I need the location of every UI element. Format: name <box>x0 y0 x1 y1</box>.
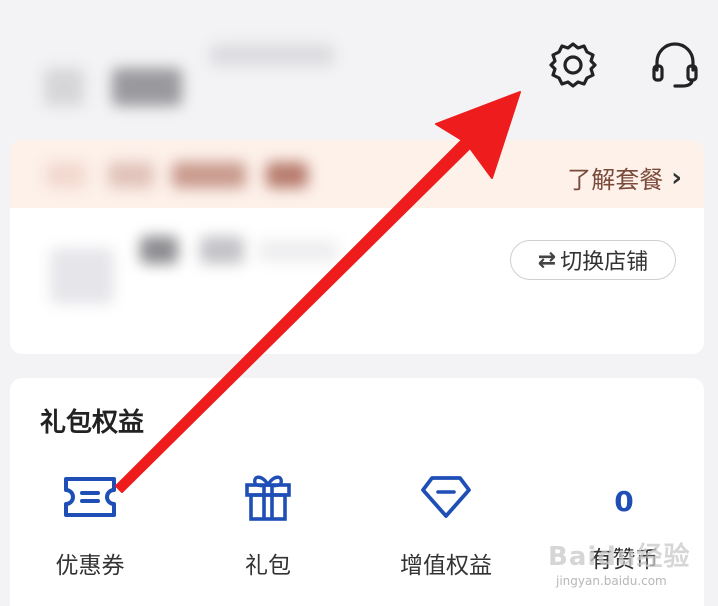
blurred-store-name <box>200 236 244 264</box>
switch-store-label: 切换店铺 <box>560 250 649 275</box>
coin-balance: 0 <box>614 485 634 518</box>
switch-store-button[interactable]: ⇄ 切换店铺 <box>510 240 676 280</box>
baidu-watermark-url: jingyan.baidu.com <box>556 574 667 588</box>
blurred-package-info <box>46 162 86 188</box>
blurred-account-name <box>112 68 182 106</box>
benefit-label: 优惠券 <box>55 553 125 579</box>
benefit-label: 增值权益 <box>400 553 492 579</box>
blurred-store-logo <box>50 248 114 304</box>
blurred-store-name <box>140 236 178 264</box>
blurred-package-info <box>108 162 154 188</box>
blurred-store-name <box>258 240 338 262</box>
package-banner[interactable]: 了解套餐 › <box>10 140 704 208</box>
diamond-icon <box>418 470 474 524</box>
learn-package-link[interactable]: 了解套餐 › <box>567 160 682 195</box>
benefit-coupon[interactable]: 优惠券 <box>10 470 170 580</box>
chevron-right-icon: › <box>671 162 682 193</box>
swap-arrows-icon: ⇄ <box>537 247 557 273</box>
coupon-icon <box>62 470 118 524</box>
blurred-avatar <box>44 68 84 106</box>
settings-gear-icon[interactable] <box>546 38 600 92</box>
account-header <box>0 0 718 140</box>
blurred-package-info <box>266 162 308 188</box>
store-card: 了解套餐 › ⇄ 切换店铺 <box>10 140 704 354</box>
learn-package-label: 了解套餐 <box>567 166 664 194</box>
benefits-title: 礼包权益 <box>40 408 145 438</box>
benefit-label: 礼包 <box>245 553 291 579</box>
blurred-account-subtitle <box>210 44 334 66</box>
gift-icon <box>240 470 296 524</box>
baidu-watermark: Baidu经验 <box>548 542 691 572</box>
blurred-package-info <box>172 162 246 188</box>
benefit-value-added[interactable]: 增值权益 <box>366 470 526 580</box>
customer-service-headset-icon[interactable] <box>648 38 702 92</box>
benefit-gift[interactable]: 礼包 <box>188 470 348 580</box>
